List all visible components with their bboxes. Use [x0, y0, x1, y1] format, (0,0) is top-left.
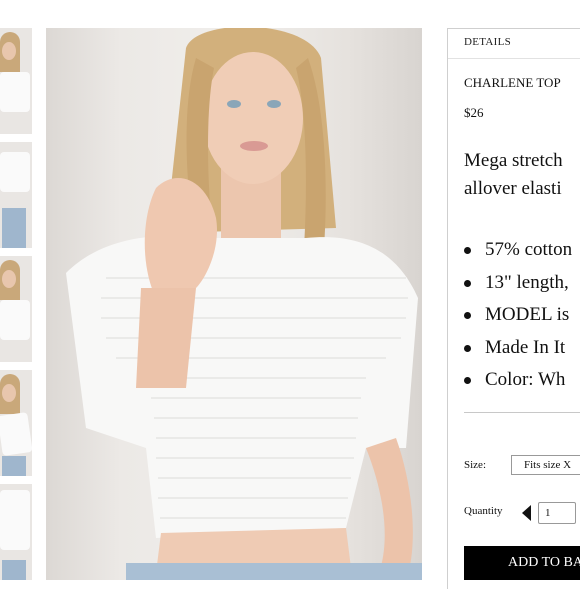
bullet-icon	[464, 279, 471, 287]
product-details-panel: DETAILS CHARLENE TOP $26 Mega stretch al…	[447, 28, 580, 589]
list-item: 13" length,	[464, 267, 572, 300]
product-price: $26	[464, 105, 484, 120]
thumbnail-strip	[0, 0, 34, 580]
thumbnail-1[interactable]	[0, 28, 32, 134]
bullet-icon	[464, 247, 471, 254]
list-item: Made In It	[464, 332, 572, 365]
list-item: Color: Wh	[464, 364, 572, 397]
section-divider	[464, 412, 580, 413]
details-divider	[448, 58, 580, 59]
description-line-2: allover elasti	[464, 178, 562, 199]
quantity-input[interactable]: 1	[538, 502, 576, 524]
quantity-label: Quantity	[464, 505, 503, 517]
product-features-list: 57% cotton 13" length, MODEL is Made In …	[464, 234, 572, 397]
list-item: MODEL is	[464, 299, 572, 332]
thumbnail-4[interactable]	[0, 370, 32, 476]
thumbnail-2[interactable]	[0, 142, 32, 248]
model-illustration	[66, 28, 422, 580]
thumbnail-5[interactable]	[0, 484, 32, 580]
bullet-icon	[464, 344, 471, 352]
size-label: Size:	[464, 459, 486, 471]
add-to-bag-button[interactable]: ADD TO BA	[464, 546, 580, 580]
product-name: CHARLENE TOP	[464, 75, 561, 90]
tab-details[interactable]: DETAILS	[464, 36, 511, 48]
bullet-icon	[464, 377, 471, 384]
quantity-decrement-icon[interactable]	[522, 505, 531, 521]
bullet-icon	[464, 312, 471, 319]
thumbnail-3[interactable]	[0, 256, 32, 362]
description-line-1: Mega stretch	[464, 150, 563, 171]
product-description: Mega stretch allover elasti	[464, 147, 580, 203]
product-main-image	[46, 28, 422, 580]
size-select[interactable]: Fits size X	[511, 455, 580, 475]
list-item: 57% cotton	[464, 234, 572, 267]
